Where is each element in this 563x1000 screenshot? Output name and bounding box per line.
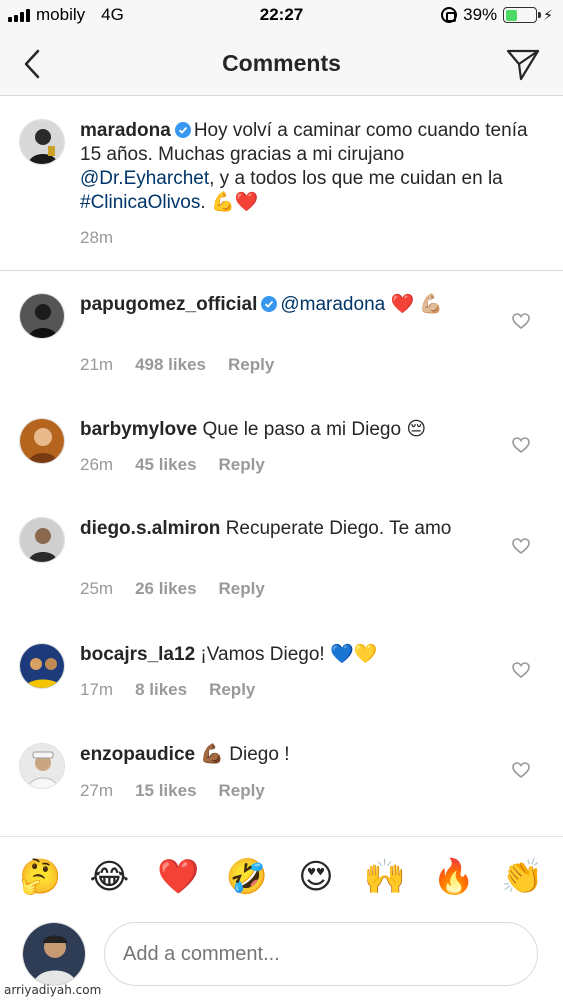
comment-body: ❤️ 💪🏼 bbox=[385, 294, 444, 315]
caption-text-part: . bbox=[200, 192, 211, 213]
comment-likes[interactable]: 45 likes bbox=[135, 455, 196, 475]
comment-mention[interactable]: @maradona bbox=[280, 294, 385, 315]
fire-emoji-button[interactable]: 🔥 bbox=[432, 855, 476, 899]
status-right: 39% ⚡ bbox=[441, 5, 553, 25]
comment-body: Recuperate Diego. Te amo bbox=[220, 518, 452, 539]
heart-icon[interactable] bbox=[511, 660, 531, 680]
heart-icon[interactable] bbox=[511, 311, 531, 331]
comment-likes[interactable]: 15 likes bbox=[135, 781, 196, 801]
comment-meta: 26m 45 likes Reply bbox=[80, 455, 265, 475]
battery-percent: 39% bbox=[463, 5, 498, 24]
comment-text: enzopaudice 💪🏾 Diego ! bbox=[80, 743, 537, 767]
comment-username[interactable]: enzopaudice bbox=[80, 744, 195, 765]
comment-text: barbymylove Que le paso a mi Diego 😔 bbox=[80, 418, 537, 442]
heart-icon[interactable] bbox=[511, 536, 531, 556]
status-bar: mobily 4G 22:27 39% ⚡ bbox=[0, 0, 563, 32]
paper-plane-icon bbox=[506, 49, 540, 81]
emoji-quick-bar: 🤔 😂 ❤️ 🤣 😍 🙌 🔥 👏 bbox=[0, 836, 563, 916]
red-heart-emoji-button[interactable]: ❤️ bbox=[156, 855, 200, 899]
comment-meta: 21m 498 likes Reply bbox=[80, 355, 274, 375]
comment-username[interactable]: barbymylove bbox=[80, 419, 197, 440]
comment-likes[interactable]: 26 likes bbox=[135, 579, 196, 599]
clapping-emoji-button[interactable]: 👏 bbox=[501, 855, 545, 899]
caption-emoji: 💪❤️ bbox=[210, 192, 259, 213]
reply-button[interactable]: Reply bbox=[228, 355, 274, 375]
battery-icon bbox=[503, 7, 542, 23]
tears-of-joy-emoji-button[interactable]: 😂 bbox=[87, 855, 131, 899]
comment-likes[interactable]: 498 likes bbox=[135, 355, 206, 375]
battery-fill bbox=[505, 9, 517, 21]
avatar[interactable] bbox=[19, 743, 65, 789]
avatar[interactable] bbox=[19, 418, 65, 464]
heart-icon[interactable] bbox=[511, 435, 531, 455]
post-caption: maradona Hoy volví a caminar como cuando … bbox=[0, 97, 563, 271]
comment-input[interactable] bbox=[104, 922, 538, 986]
reply-button[interactable]: Reply bbox=[219, 781, 265, 801]
avatar[interactable] bbox=[19, 517, 65, 563]
caption-username[interactable]: maradona bbox=[80, 120, 171, 141]
comment-body: ¡Vamos Diego! 💙💛 bbox=[195, 644, 378, 665]
comment-time: 17m bbox=[80, 680, 114, 699]
caption-mention[interactable]: @Dr.Eyharchet bbox=[80, 168, 209, 189]
comment-text: diego.s.almiron Recuperate Diego. Te amo bbox=[80, 517, 537, 541]
comment-likes[interactable]: 8 likes bbox=[135, 680, 187, 700]
comment-text: papugomez_official @maradona ❤️ 💪🏼 bbox=[80, 293, 537, 317]
caption-text-part: , y a todos los que me cuidan en la bbox=[209, 168, 503, 189]
comment-time: 21m bbox=[80, 355, 114, 374]
nav-bar: Comments bbox=[0, 32, 563, 96]
reply-button[interactable]: Reply bbox=[219, 455, 265, 475]
orientation-lock-icon bbox=[441, 7, 458, 23]
avatar[interactable] bbox=[19, 643, 65, 689]
verified-icon bbox=[261, 296, 278, 312]
user-avatar[interactable] bbox=[22, 922, 86, 986]
page-title: Comments bbox=[222, 50, 341, 76]
comment-username[interactable]: papugomez_official bbox=[80, 294, 257, 315]
comment-body: 💪🏾 Diego ! bbox=[195, 744, 290, 765]
comment-time: 27m bbox=[80, 781, 114, 800]
caption-meta: 28m bbox=[80, 228, 113, 248]
comment-meta: 27m 15 likes Reply bbox=[80, 781, 265, 801]
caption-hashtag[interactable]: #ClinicaOlivos bbox=[80, 192, 200, 213]
comment-time: 25m bbox=[80, 579, 114, 598]
verified-icon bbox=[174, 122, 191, 138]
avatar[interactable] bbox=[19, 119, 65, 165]
comment-username[interactable]: diego.s.almiron bbox=[80, 518, 220, 539]
caption-text: maradona Hoy volví a caminar como cuando … bbox=[80, 119, 537, 215]
thinking-emoji-button[interactable]: 🤔 bbox=[18, 855, 62, 899]
rofl-emoji-button[interactable]: 🤣 bbox=[225, 855, 269, 899]
raising-hands-emoji-button[interactable]: 🙌 bbox=[363, 855, 407, 899]
comment-time: 26m bbox=[80, 455, 114, 474]
charging-icon: ⚡ bbox=[543, 6, 553, 23]
heart-icon[interactable] bbox=[511, 760, 531, 780]
watermark: arriyadiyah.com bbox=[4, 983, 102, 997]
comment-meta: 17m 8 likes Reply bbox=[80, 680, 255, 700]
reply-button[interactable]: Reply bbox=[219, 579, 265, 599]
comment-body: Que le paso a mi Diego 😔 bbox=[197, 419, 427, 440]
comment-text: bocajrs_la12 ¡Vamos Diego! 💙💛 bbox=[80, 643, 537, 667]
comment-username[interactable]: bocajrs_la12 bbox=[80, 644, 195, 665]
avatar[interactable] bbox=[19, 293, 65, 339]
caption-time: 28m bbox=[80, 228, 114, 247]
reply-button[interactable]: Reply bbox=[209, 680, 255, 700]
heart-eyes-emoji-button[interactable]: 😍 bbox=[294, 855, 338, 899]
send-button[interactable] bbox=[503, 44, 543, 84]
comment-meta: 25m 26 likes Reply bbox=[80, 579, 265, 599]
